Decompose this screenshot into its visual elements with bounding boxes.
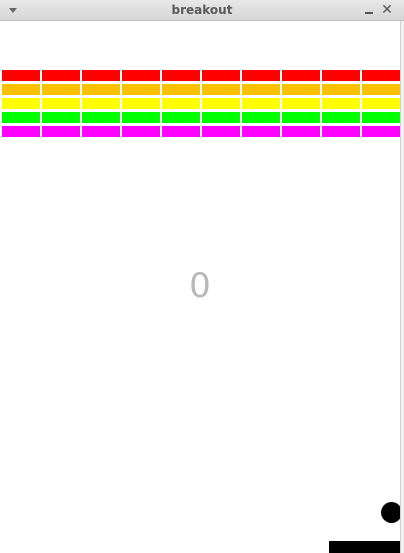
brick xyxy=(282,126,320,137)
brick xyxy=(202,98,240,109)
brick xyxy=(282,84,320,95)
brick xyxy=(322,126,360,137)
brick xyxy=(322,98,360,109)
brick xyxy=(242,70,280,81)
brick xyxy=(42,70,80,81)
brick xyxy=(322,84,360,95)
window-edge xyxy=(400,21,404,553)
brick xyxy=(322,70,360,81)
brick xyxy=(2,112,40,123)
brick xyxy=(2,70,40,81)
brick xyxy=(362,112,400,123)
brick xyxy=(2,98,40,109)
title-bar[interactable]: breakout ✕ xyxy=(0,0,404,21)
brick xyxy=(42,112,80,123)
brick xyxy=(82,112,120,123)
game-window: breakout ✕ 0 xyxy=(0,0,404,553)
brick xyxy=(162,112,200,123)
brick xyxy=(82,70,120,81)
brick xyxy=(122,112,160,123)
brick xyxy=(202,112,240,123)
window-title: breakout xyxy=(171,3,233,17)
brick xyxy=(162,84,200,95)
game-canvas[interactable]: 0 xyxy=(0,21,402,553)
brick xyxy=(362,126,400,137)
brick xyxy=(122,70,160,81)
brick xyxy=(42,84,80,95)
brick xyxy=(82,84,120,95)
brick xyxy=(2,84,40,95)
brick xyxy=(82,126,120,137)
brick xyxy=(362,84,400,95)
brick xyxy=(82,98,120,109)
brick xyxy=(202,126,240,137)
close-icon[interactable]: ✕ xyxy=(379,1,395,19)
brick xyxy=(282,112,320,123)
brick xyxy=(122,84,160,95)
brick xyxy=(162,126,200,137)
brick xyxy=(2,126,40,137)
brick xyxy=(242,112,280,123)
brick xyxy=(202,84,240,95)
brick xyxy=(122,126,160,137)
paddle[interactable] xyxy=(329,541,400,553)
score-display: 0 xyxy=(189,266,211,306)
brick xyxy=(42,126,80,137)
ball xyxy=(381,502,402,523)
brick xyxy=(122,98,160,109)
brick xyxy=(242,84,280,95)
brick xyxy=(202,70,240,81)
brick xyxy=(162,98,200,109)
brick xyxy=(162,70,200,81)
brick xyxy=(242,126,280,137)
brick xyxy=(282,70,320,81)
brick xyxy=(362,98,400,109)
brick xyxy=(322,112,360,123)
brick xyxy=(282,98,320,109)
minimize-icon[interactable] xyxy=(362,2,376,18)
brick xyxy=(362,70,400,81)
brick xyxy=(242,98,280,109)
brick xyxy=(42,98,80,109)
